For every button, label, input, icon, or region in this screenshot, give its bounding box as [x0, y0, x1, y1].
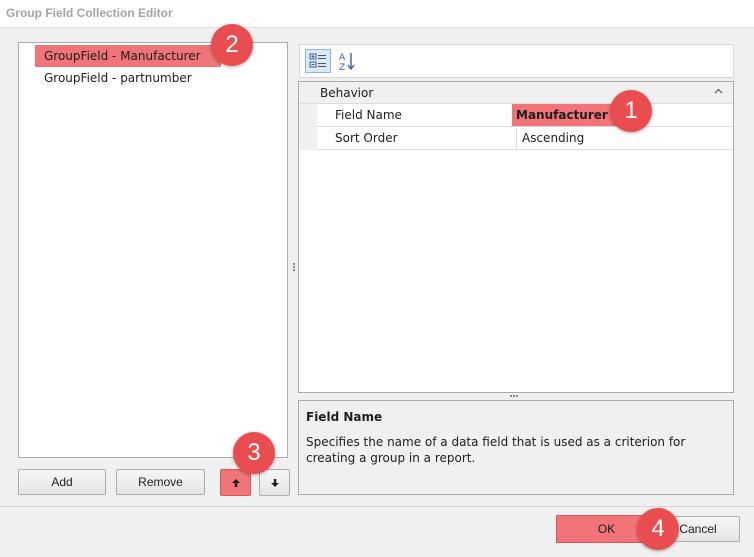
property-name: Sort Order — [335, 131, 398, 145]
add-button[interactable]: Add — [18, 469, 106, 495]
step-badge-3: 3 — [233, 432, 275, 474]
property-name: Field Name — [335, 108, 402, 122]
list-item[interactable]: GroupField - partnumber — [19, 67, 287, 89]
move-up-button[interactable] — [220, 469, 251, 496]
arrow-up-icon — [232, 479, 240, 487]
svg-text:A: A — [339, 53, 346, 63]
description-title: Field Name — [306, 410, 383, 424]
cancel-label: Cancel — [679, 522, 717, 536]
title-bar: Group Field Collection Editor — [0, 0, 754, 28]
property-grid-toolbar: A Z — [299, 44, 734, 78]
list-item-label: GroupField - partnumber — [44, 71, 192, 85]
remove-button[interactable]: Remove — [116, 469, 205, 495]
description-text: Specifies the name of a data field that … — [306, 435, 686, 465]
step-badge-1: 1 — [610, 90, 652, 132]
description-panel: Field Name Specifies the name of a data … — [298, 400, 734, 495]
step-badge-2: 2 — [211, 24, 253, 66]
value-highlight: Manufacturer — [512, 104, 624, 126]
property-name-cell: Field Name — [317, 104, 517, 126]
categorized-button[interactable] — [305, 49, 331, 73]
alphabetical-button[interactable]: A Z — [334, 49, 360, 73]
step-badge-4: 4 — [637, 508, 679, 550]
category-label: Behavior — [320, 86, 374, 100]
group-field-list[interactable]: GroupField - Manufacturer GroupField - p… — [18, 42, 288, 458]
row-gutter — [299, 104, 317, 127]
divider — [0, 506, 754, 507]
vertical-splitter[interactable] — [292, 262, 295, 274]
arrow-down-icon — [271, 479, 279, 487]
sort-alphabetical-icon: A Z — [339, 53, 355, 72]
property-row-sort-order[interactable]: Sort Order Ascending — [299, 127, 733, 150]
window-title: Group Field Collection Editor — [6, 6, 173, 20]
property-name-cell: Sort Order — [317, 127, 517, 149]
category-row-behavior[interactable]: Behavior — [299, 82, 733, 104]
move-down-button[interactable] — [259, 469, 290, 496]
list-item-label: GroupField - Manufacturer — [44, 49, 201, 63]
categorized-icon — [309, 53, 326, 68]
horizontal-splitter[interactable] — [510, 395, 522, 398]
property-row-field-name[interactable]: Field Name Manufacturer — [299, 104, 733, 127]
row-gutter — [299, 127, 317, 150]
chevron-up-icon[interactable] — [714, 87, 723, 96]
svg-text:Z: Z — [339, 63, 345, 72]
property-value: Ascending — [522, 131, 585, 145]
property-value: Manufacturer — [516, 108, 608, 122]
property-grid: Behavior Field Name Manufacturer Sort Or… — [298, 81, 734, 393]
